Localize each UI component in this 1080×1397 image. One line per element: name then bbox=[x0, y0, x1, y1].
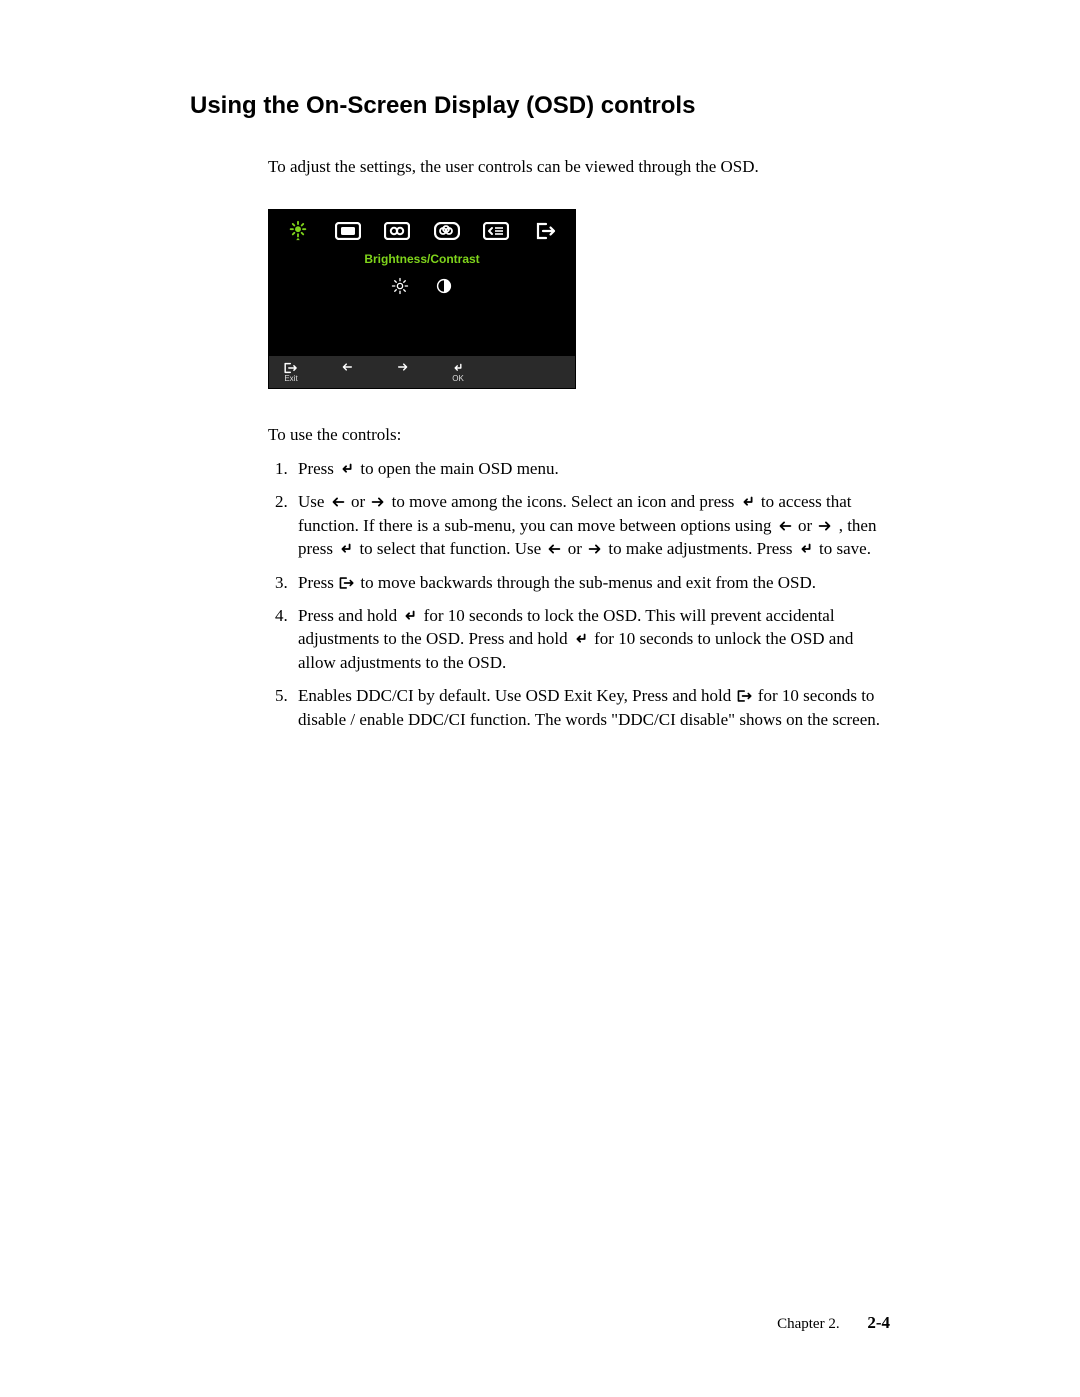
step-3: Press to move backwards through the sub-… bbox=[292, 571, 890, 594]
osd-exit-button: Exit bbox=[283, 362, 299, 384]
enter-icon bbox=[572, 632, 590, 646]
page-title: Using the On-Screen Display (OSD) contro… bbox=[190, 92, 890, 120]
osd-menu-label: Brightness/Contrast bbox=[269, 250, 575, 276]
step-1: Press to open the main OSD menu. bbox=[292, 457, 890, 480]
right-arrow-icon bbox=[586, 542, 604, 556]
enter-icon bbox=[338, 462, 356, 476]
left-arrow-icon bbox=[329, 495, 347, 509]
left-arrow-icon bbox=[776, 519, 794, 533]
enter-icon bbox=[401, 609, 419, 623]
osd-right-button bbox=[395, 362, 411, 382]
exit-icon bbox=[338, 576, 356, 590]
image-setup-tab-icon bbox=[382, 220, 412, 242]
enter-icon bbox=[337, 542, 355, 556]
step-4: Press and hold for 10 seconds to lock th… bbox=[292, 604, 890, 674]
osd-ok-button: OK bbox=[451, 362, 465, 384]
exit-icon bbox=[736, 689, 754, 703]
image-position-tab-icon bbox=[333, 220, 363, 242]
enter-icon bbox=[739, 495, 757, 509]
right-arrow-icon bbox=[816, 519, 834, 533]
steps-list: Press to open the main OSD menu. Use or … bbox=[268, 457, 890, 732]
footer-chapter: Chapter 2. bbox=[777, 1316, 839, 1332]
footer-page-number: 2-4 bbox=[867, 1313, 890, 1332]
exit-tab-icon bbox=[531, 220, 561, 242]
left-arrow-icon bbox=[545, 542, 563, 556]
osd-ok-label: OK bbox=[452, 375, 464, 384]
options-tab-icon bbox=[481, 220, 511, 242]
lead-text: To use the controls: bbox=[268, 425, 890, 445]
osd-exit-label: Exit bbox=[284, 375, 297, 384]
step-5: Enables DDC/CI by default. Use OSD Exit … bbox=[292, 684, 890, 731]
contrast-sub-icon bbox=[434, 276, 454, 296]
osd-left-button bbox=[339, 362, 355, 382]
osd-screenshot: Brightness/Contrast Exit bbox=[268, 209, 890, 389]
right-arrow-icon bbox=[369, 495, 387, 509]
enter-icon bbox=[797, 542, 815, 556]
color-tab-icon bbox=[432, 220, 462, 242]
brightness-tab-icon bbox=[283, 220, 313, 242]
brightness-sub-icon bbox=[390, 276, 410, 296]
page-footer: Chapter 2. 2-4 bbox=[777, 1313, 890, 1333]
intro-text: To adjust the settings, the user control… bbox=[268, 156, 890, 179]
step-2: Use or to move among the icons. Select a… bbox=[292, 490, 890, 560]
